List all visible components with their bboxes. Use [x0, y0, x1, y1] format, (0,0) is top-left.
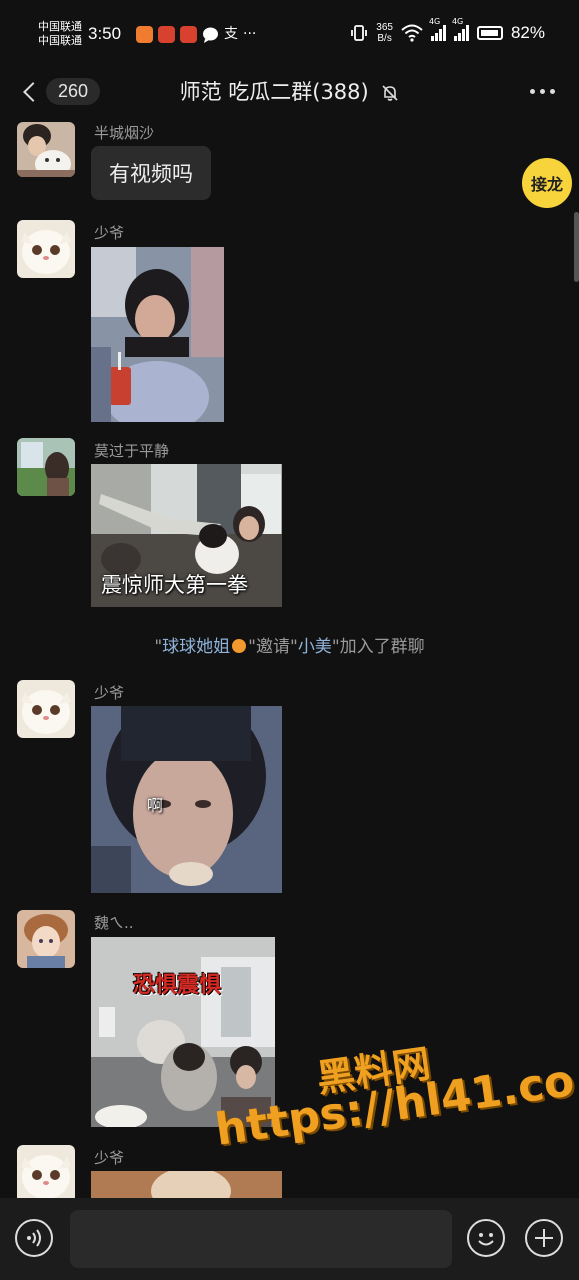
sender-name: 半城烟沙 [94, 124, 155, 142]
photo [91, 1171, 282, 1198]
more-icon [530, 88, 535, 94]
text-bubble[interactable]: 有视频吗 [91, 146, 211, 200]
image-message[interactable] [91, 1171, 282, 1198]
avatar-image [17, 1145, 75, 1198]
notification-icons: 支 ··· [136, 26, 256, 43]
sender-name: 莫过于平静 [94, 442, 170, 460]
avatar-image [17, 220, 75, 278]
emoji-icon [478, 1233, 494, 1246]
avatar[interactable] [17, 1145, 75, 1198]
system-text: "邀请" [248, 637, 298, 657]
system-quote: " [154, 637, 163, 657]
avatar[interactable] [17, 438, 75, 496]
orange-emoji-icon [232, 639, 247, 653]
battery-icon [476, 26, 503, 40]
app-icon [158, 26, 175, 43]
image-message[interactable] [91, 247, 224, 422]
image-caption: 震惊师大第一拳 [101, 573, 248, 597]
app-icon [136, 26, 153, 43]
more-button[interactable] [530, 78, 555, 104]
avatar-image [17, 122, 75, 177]
avatar-image [17, 438, 75, 496]
image-message[interactable]: 震惊师大第一拳 [91, 464, 282, 607]
avatar[interactable] [17, 220, 75, 278]
message-input[interactable] [70, 1210, 452, 1268]
image-message[interactable]: 恐惧震惧 [91, 937, 275, 1127]
network-type-2: 4G [451, 17, 464, 26]
plus-button[interactable] [525, 1219, 563, 1257]
voice-icon [27, 1229, 41, 1247]
photo [91, 937, 275, 1127]
more-icon-dot [550, 88, 555, 94]
signal-1: 4G [429, 17, 446, 41]
more-icon-dot [540, 88, 545, 94]
image-message[interactable]: 啊 [91, 706, 282, 893]
scrollbar[interactable] [574, 212, 579, 282]
signal-2: 4G [452, 17, 469, 41]
chat-title: 师范 吃瓜二群(388) [0, 76, 579, 106]
chat-header: 260 师范 吃瓜二群(388) [0, 62, 579, 122]
app-icon [180, 26, 197, 43]
system-text: "加入了群聊 [331, 637, 425, 657]
clock: 3:50 [88, 24, 122, 43]
carrier-1: 中国联通 [38, 20, 82, 33]
sender-name: 少爷 [94, 224, 125, 242]
message-list[interactable]: 半城烟沙 有视频吗 少爷 莫过于平静 震惊师大第一拳 "球球她姐 "邀请"小美"… [0, 122, 579, 1198]
battery-percent: 82% [510, 23, 545, 42]
speed-value: 365 [376, 22, 393, 33]
sender-name: 魏ㄟ.. [94, 914, 134, 932]
image-sticker-text: 恐惧震惧 [133, 973, 222, 998]
group-name: 师范 吃瓜二群(388) [179, 80, 369, 104]
sender-name: 少爷 [94, 684, 125, 702]
avatar[interactable] [17, 910, 75, 968]
message-icon [203, 27, 218, 43]
inviter-name[interactable]: 球球她姐 [162, 637, 230, 657]
photo [91, 247, 224, 422]
bell-off-icon [382, 85, 398, 101]
carrier-2: 中国联通 [38, 34, 82, 47]
emoji-button[interactable] [467, 1219, 505, 1257]
voice-button[interactable] [15, 1219, 53, 1257]
image-caption: 啊 [147, 796, 164, 815]
status-bar: 中国联通 中国联通 3:50 支 ··· 365 B/s 4G 4G 82% [0, 0, 579, 62]
sender-name: 少爷 [94, 1149, 125, 1167]
speed-unit: B/s [377, 33, 392, 44]
jielong-button[interactable]: 接龙 [519, 155, 575, 211]
avatar-image [17, 910, 75, 968]
wifi-icon [401, 24, 423, 42]
more-notifications-icon: ··· [243, 26, 257, 42]
carrier-info: 中国联通 中国联通 [38, 20, 82, 48]
avatar[interactable] [17, 680, 75, 738]
system-message: "球球她姐 "邀请"小美"加入了群聊 [0, 632, 579, 657]
input-bar [0, 1198, 579, 1280]
vibrate-icon [351, 25, 368, 41]
system-indicators: 365 B/s 4G 4G 82% [350, 17, 545, 44]
avatar-image [17, 680, 75, 738]
network-type-1: 4G [428, 17, 441, 26]
network-speed: 365 B/s [376, 22, 393, 44]
photo [91, 706, 282, 893]
invitee-name[interactable]: 小美 [298, 637, 332, 657]
avatar[interactable] [17, 122, 75, 177]
alipay-icon: 支 [224, 26, 238, 42]
